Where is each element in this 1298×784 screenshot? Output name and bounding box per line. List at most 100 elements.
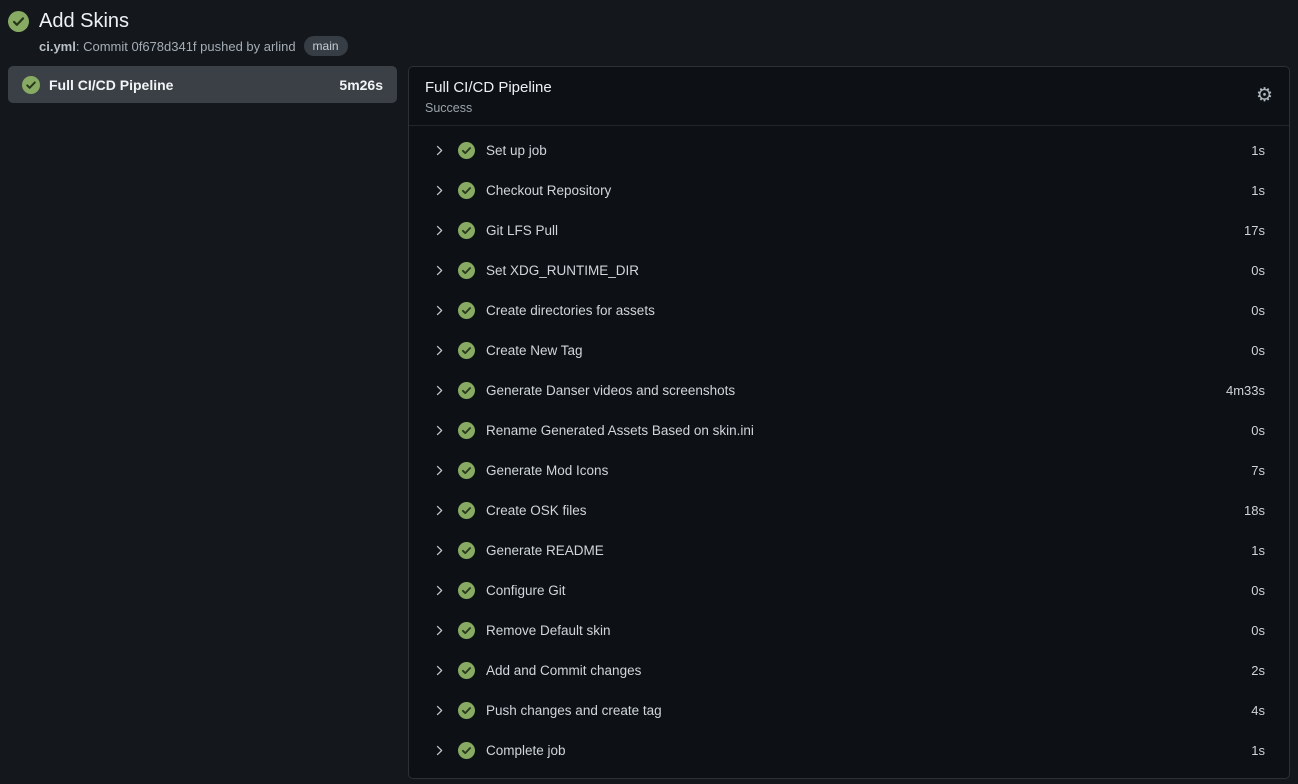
step-success-check-circle-icon [458,342,475,359]
run-subtitle: ci.yml: Commit 0f678d341f pushed by arli… [39,36,348,56]
step-success-check-circle-icon [458,262,475,279]
step-row[interactable]: Rename Generated Assets Based on skin.in… [433,410,1265,450]
chevron-right-icon[interactable] [433,424,446,437]
step-success-check-circle-icon [458,702,475,719]
step-row[interactable]: Set up job 1s [433,130,1265,170]
steps-list: Set up job 1s Checkout Repository 1s [409,126,1289,778]
step-success-check-circle-icon [458,662,475,679]
step-success-check-circle-icon [458,622,475,639]
step-row[interactable]: Set XDG_RUNTIME_DIR 0s [433,250,1265,290]
step-duration: 4s [1251,703,1265,718]
step-label: Rename Generated Assets Based on skin.in… [486,423,754,438]
chevron-right-icon[interactable] [433,704,446,717]
step-duration: 0s [1251,423,1265,438]
step-row[interactable]: Create New Tag 0s [433,330,1265,370]
step-label: Checkout Repository [486,183,611,198]
chevron-right-icon[interactable] [433,584,446,597]
chevron-right-icon[interactable] [433,384,446,397]
workflow-file-name[interactable]: ci.yml [39,39,76,54]
step-label: Configure Git [486,583,566,598]
step-success-check-circle-icon [458,422,475,439]
step-duration: 1s [1251,543,1265,558]
step-duration: 0s [1251,343,1265,358]
chevron-right-icon[interactable] [433,184,446,197]
step-duration: 0s [1251,583,1265,598]
step-row[interactable]: Create directories for assets 0s [433,290,1265,330]
step-success-check-circle-icon [458,542,475,559]
step-duration: 1s [1251,183,1265,198]
run-header: Add Skins ci.yml: Commit 0f678d341f push… [0,0,1298,62]
chevron-right-icon[interactable] [433,264,446,277]
chevron-right-icon[interactable] [433,544,446,557]
chevron-right-icon[interactable] [433,744,446,757]
step-label: Generate Danser videos and screenshots [486,383,735,398]
step-success-check-circle-icon [458,742,475,759]
step-success-check-circle-icon [458,502,475,519]
commit-info: : Commit 0f678d341f pushed by arlind [76,39,296,54]
panel-job-status: Success [425,101,552,115]
panel-job-title: Full CI/CD Pipeline [425,78,552,98]
chevron-right-icon[interactable] [433,224,446,237]
step-duration: 7s [1251,463,1265,478]
step-duration: 4m33s [1226,383,1265,398]
step-row[interactable]: Push changes and create tag 4s [433,690,1265,730]
step-row[interactable]: Add and Commit changes 2s [433,650,1265,690]
step-row[interactable]: Generate Mod Icons 7s [433,450,1265,490]
chevron-right-icon[interactable] [433,304,446,317]
chevron-right-icon[interactable] [433,464,446,477]
step-duration: 0s [1251,303,1265,318]
step-label: Generate Mod Icons [486,463,608,478]
step-label: Create New Tag [486,343,583,358]
step-success-check-circle-icon [458,222,475,239]
chevron-right-icon[interactable] [433,344,446,357]
step-label: Set up job [486,143,547,158]
step-duration: 0s [1251,263,1265,278]
step-label: Create OSK files [486,503,587,518]
step-label: Push changes and create tag [486,703,662,718]
step-success-check-circle-icon [458,462,475,479]
step-label: Generate README [486,543,604,558]
step-label: Add and Commit changes [486,663,641,678]
step-label: Complete job [486,743,566,758]
step-label: Set XDG_RUNTIME_DIR [486,263,639,278]
job-status-check-circle-icon [22,76,40,94]
step-success-check-circle-icon [458,582,475,599]
job-duration: 5m26s [339,77,383,93]
step-row[interactable]: Generate Danser videos and screenshots 4… [433,370,1265,410]
step-success-check-circle-icon [458,382,475,399]
step-label: Create directories for assets [486,303,655,318]
run-header-text: Add Skins ci.yml: Commit 0f678d341f push… [39,8,348,56]
run-layout: Full CI/CD Pipeline 5m26s Full CI/CD Pip… [0,62,1298,779]
step-success-check-circle-icon [458,182,475,199]
branch-badge[interactable]: main [304,36,348,56]
panel-header-text: Full CI/CD Pipeline Success [425,78,552,115]
run-title: Add Skins [39,8,348,34]
step-duration: 18s [1244,503,1265,518]
step-row[interactable]: Complete job 1s [433,730,1265,770]
job-name: Full CI/CD Pipeline [49,77,173,93]
gear-icon[interactable]: ⚙ [1256,84,1273,106]
job-detail-panel: Full CI/CD Pipeline Success ⚙ Set up job… [408,66,1290,779]
chevron-right-icon[interactable] [433,144,446,157]
step-duration: 17s [1244,223,1265,238]
step-success-check-circle-icon [458,142,475,159]
step-duration: 1s [1251,143,1265,158]
chevron-right-icon[interactable] [433,624,446,637]
step-row[interactable]: Generate README 1s [433,530,1265,570]
sidebar-job-full-cicd-pipeline[interactable]: Full CI/CD Pipeline 5m26s [8,66,397,103]
step-row[interactable]: Create OSK files 18s [433,490,1265,530]
step-duration: 1s [1251,743,1265,758]
step-row[interactable]: Remove Default skin 0s [433,610,1265,650]
step-row[interactable]: Git LFS Pull 17s [433,210,1265,250]
panel-header: Full CI/CD Pipeline Success ⚙ [409,67,1289,126]
jobs-sidebar: Full CI/CD Pipeline 5m26s [8,66,397,103]
run-status-check-circle-icon [8,11,29,32]
chevron-right-icon[interactable] [433,504,446,517]
chevron-right-icon[interactable] [433,664,446,677]
step-row[interactable]: Checkout Repository 1s [433,170,1265,210]
step-duration: 2s [1251,663,1265,678]
step-label: Git LFS Pull [486,223,558,238]
step-duration: 0s [1251,623,1265,638]
step-success-check-circle-icon [458,302,475,319]
step-row[interactable]: Configure Git 0s [433,570,1265,610]
